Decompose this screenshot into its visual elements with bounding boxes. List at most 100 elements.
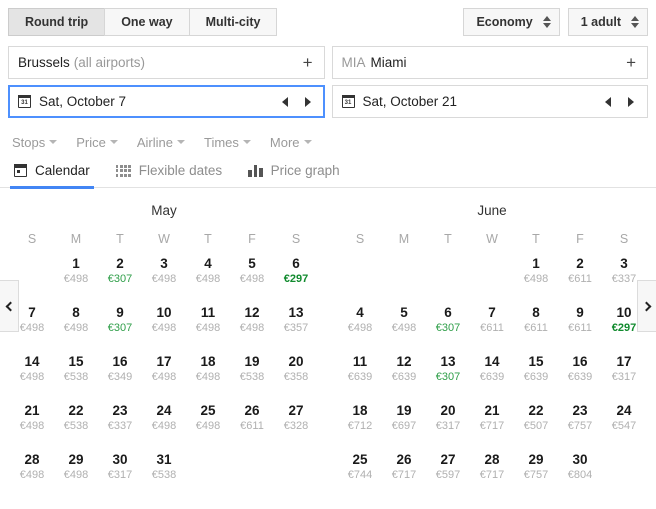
day-cell[interactable]: 2 €307 (98, 255, 142, 296)
weekday-label: W (158, 232, 170, 246)
trip-type-one-way[interactable]: One way (104, 8, 189, 36)
day-cell[interactable]: 1 €498 (54, 255, 98, 296)
prev-months-button[interactable] (0, 280, 19, 332)
day-cell[interactable]: 19 €697 (382, 402, 426, 443)
day-cell[interactable]: 5 €498 (382, 304, 426, 345)
cabin-class-select[interactable]: Economy (463, 8, 560, 36)
weekday-label: T (204, 232, 212, 246)
return-date-input[interactable]: 31 Sat, October 21 (331, 85, 648, 118)
day-cell[interactable]: 29 €757 (514, 451, 558, 492)
day-cell[interactable]: 18 €712 (338, 402, 382, 443)
day-cell[interactable]: 10 €498 (142, 304, 186, 345)
day-cell[interactable]: 24 €547 (602, 402, 646, 443)
day-cell[interactable]: 9 €611 (558, 304, 602, 345)
day-cell[interactable]: 6 €297 (274, 255, 318, 296)
add-origin-icon[interactable]: + (303, 54, 315, 71)
day-cell[interactable]: 23 €757 (558, 402, 602, 443)
day-cell[interactable]: 14 €639 (470, 353, 514, 394)
day-cell[interactable]: 12 €639 (382, 353, 426, 394)
return-next-day-icon[interactable] (628, 96, 634, 107)
day-cell[interactable]: 1 €498 (514, 255, 558, 296)
destination-code: MIA (341, 55, 366, 70)
day-cell[interactable]: 11 €639 (338, 353, 382, 394)
tab-price-graph[interactable]: Price graph (248, 154, 340, 188)
day-cell[interactable]: 22 €507 (514, 402, 558, 443)
day-cell[interactable]: 17 €317 (602, 353, 646, 394)
day-cell[interactable]: 4 €498 (186, 255, 230, 296)
day-cell[interactable]: 8 €611 (514, 304, 558, 345)
day-cell[interactable]: 8 €498 (54, 304, 98, 345)
day-cell[interactable]: 4 €498 (338, 304, 382, 345)
weekday-label: S (619, 232, 629, 246)
destination-input[interactable]: MIA Miami + (331, 46, 648, 79)
day-cell[interactable]: 20 €358 (274, 353, 318, 394)
tab-flexible-dates[interactable]: Flexible dates (115, 154, 222, 188)
day-cell[interactable]: 15 €538 (54, 353, 98, 394)
day-cell[interactable]: 3 €498 (142, 255, 186, 296)
day-cell[interactable]: 30 €804 (558, 451, 602, 492)
day-number: 16 (572, 354, 588, 369)
trip-type-multi-city[interactable]: Multi-city (188, 8, 278, 36)
empty-cell (426, 255, 470, 296)
day-cell[interactable]: 24 €498 (142, 402, 186, 443)
passenger-count-select[interactable]: 1 adult (567, 8, 648, 36)
day-cell[interactable]: 14 €498 (10, 353, 54, 394)
day-cell[interactable]: 5 €498 (230, 255, 274, 296)
day-cell[interactable]: 11 €498 (186, 304, 230, 345)
day-cell[interactable]: 30 €317 (98, 451, 142, 492)
next-months-button[interactable] (637, 280, 656, 332)
day-cell[interactable]: 20 €317 (426, 402, 470, 443)
return-prev-day-icon[interactable] (605, 96, 611, 107)
day-cell[interactable]: 26 €717 (382, 451, 426, 492)
day-cell[interactable]: 13 €307 (426, 353, 470, 394)
day-cell[interactable]: 19 €538 (230, 353, 274, 394)
day-price: €538 (151, 469, 177, 481)
day-cell[interactable]: 22 €538 (54, 402, 98, 443)
filter-airline[interactable]: Airline (137, 135, 185, 150)
day-cell[interactable]: 27 €597 (426, 451, 470, 492)
day-cell[interactable]: 28 €717 (470, 451, 514, 492)
day-cell[interactable]: 25 €744 (338, 451, 382, 492)
filter-times[interactable]: Times (204, 135, 251, 150)
depart-date-input[interactable]: 31 Sat, October 7 (8, 85, 325, 118)
day-number: 4 (356, 305, 364, 320)
tab-calendar[interactable]: Calendar (10, 154, 94, 189)
day-cell[interactable]: 12 €498 (230, 304, 274, 345)
weekday-label: F (576, 232, 584, 246)
day-price: €611 (568, 273, 592, 285)
day-cell[interactable]: 2 €611 (558, 255, 602, 296)
weekday-label: T (116, 232, 124, 246)
day-cell[interactable]: 21 €498 (10, 402, 54, 443)
day-cell[interactable]: 16 €349 (98, 353, 142, 394)
depart-next-day-icon[interactable] (304, 96, 311, 107)
day-price: €697 (391, 420, 417, 432)
day-cell[interactable]: 6 €307 (426, 304, 470, 345)
day-price: €349 (107, 371, 133, 383)
trip-type-round-trip[interactable]: Round trip (8, 8, 105, 36)
day-cell[interactable]: 13 €357 (274, 304, 318, 345)
day-cell[interactable]: 16 €639 (558, 353, 602, 394)
add-destination-icon[interactable]: + (626, 54, 638, 71)
day-cell[interactable]: 28 €498 (10, 451, 54, 492)
filter-stops[interactable]: Stops (12, 135, 58, 150)
filter-more[interactable]: More (270, 135, 312, 150)
day-cell[interactable]: 21 €717 (470, 402, 514, 443)
day-cell[interactable]: 18 €498 (186, 353, 230, 394)
day-cell[interactable]: 29 €498 (54, 451, 98, 492)
day-cell[interactable]: 25 €498 (186, 402, 230, 443)
day-cell[interactable]: 23 €337 (98, 402, 142, 443)
day-cell[interactable]: 31 €538 (142, 451, 186, 492)
day-cell[interactable]: 7 €611 (470, 304, 514, 345)
day-cell[interactable]: 9 €307 (98, 304, 142, 345)
depart-prev-day-icon[interactable] (281, 96, 288, 107)
origin-input[interactable]: Brussels (all airports) + (8, 46, 325, 79)
origin-city: Brussels (18, 55, 70, 70)
day-cell[interactable]: 26 €611 (230, 402, 274, 443)
month-may: May S M T W T F S 1 €498 2 €307 3 €498 4 €498 5 €498 6 €297… (0, 198, 328, 492)
filter-price[interactable]: Price (76, 135, 118, 150)
day-number: 19 (396, 403, 412, 418)
chevron-right-icon (641, 301, 651, 311)
day-cell[interactable]: 17 €498 (142, 353, 186, 394)
day-cell[interactable]: 27 €328 (274, 402, 318, 443)
day-cell[interactable]: 15 €639 (514, 353, 558, 394)
